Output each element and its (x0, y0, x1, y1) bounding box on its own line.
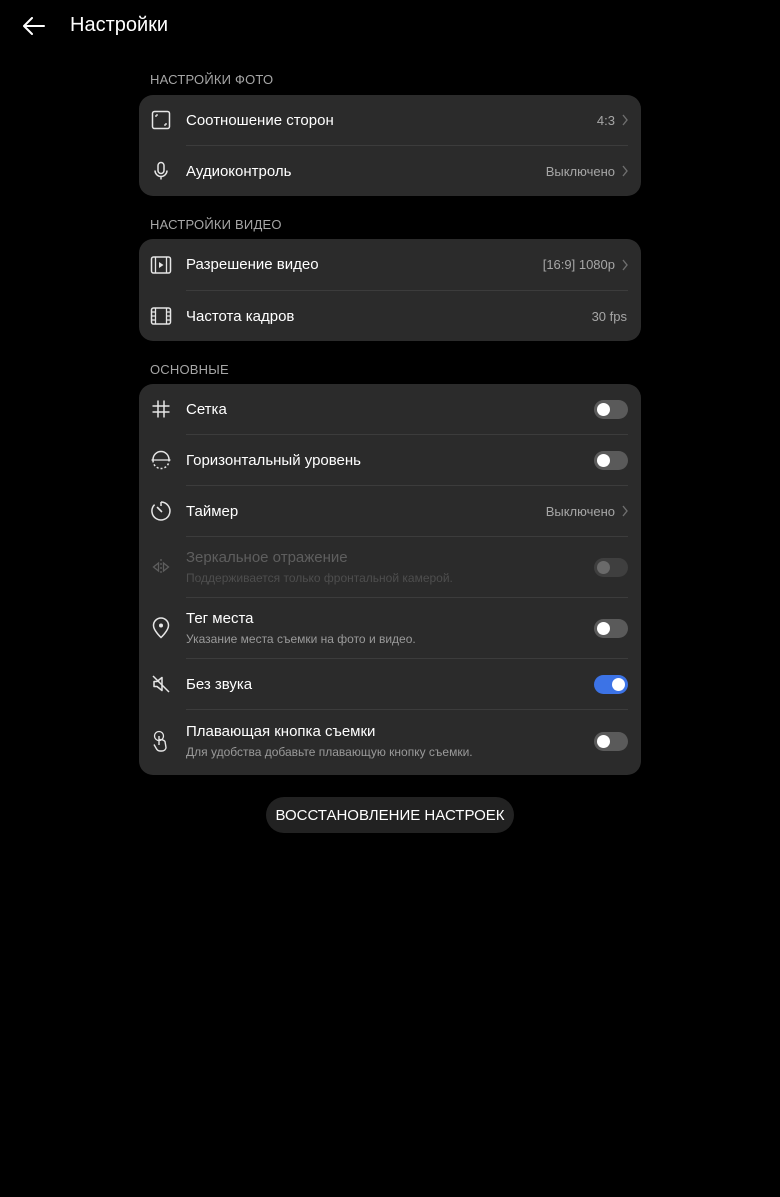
mute-toggle[interactable] (594, 674, 628, 694)
sound-off-icon (150, 673, 172, 695)
setting-timer[interactable]: Таймер Выключено (139, 486, 641, 536)
toggle-knob (597, 402, 610, 416)
location-tag-toggle[interactable] (594, 618, 628, 638)
setting-value: [16:9] 1080p (542, 257, 615, 272)
setting-frame-rate[interactable]: Частота кадров 30 fps (139, 291, 641, 341)
grid-toggle[interactable] (594, 399, 628, 419)
header: Настройки (0, 0, 780, 52)
chevron-right-icon (622, 114, 628, 126)
setting-description: Поддерживается только фронтальной камеро… (186, 571, 453, 585)
setting-label: Аудиоконтроль (186, 162, 292, 180)
chevron-right-icon (622, 165, 628, 177)
film-icon (150, 305, 172, 327)
setting-label: Зеркальное отражение (186, 549, 348, 566)
setting-description: Для удобства добавьте плавающую кнопку с… (186, 745, 473, 759)
touch-hand-icon (150, 730, 172, 752)
setting-aspect-ratio[interactable]: Соотношение сторон 4:3 (139, 95, 641, 145)
section-title-general: ОСНОВНЫЕ (150, 362, 229, 377)
video-resolution-icon (150, 254, 172, 276)
mirror-icon (150, 556, 172, 578)
setting-video-resolution[interactable]: Разрешение видео [16:9] 1080p (139, 239, 641, 290)
timer-icon (150, 500, 172, 522)
location-pin-icon (150, 617, 172, 639)
reset-settings-button[interactable]: ВОССТАНОВЛЕНИЕ НАСТРОЕК (266, 797, 514, 833)
setting-value: Выключено (545, 503, 615, 519)
setting-label: Сетка (186, 400, 227, 418)
setting-label: Частота кадров (186, 307, 295, 325)
toggle-knob (612, 677, 625, 691)
floating-shutter-toggle[interactable] (594, 731, 628, 751)
setting-value: 30 fps (591, 308, 627, 324)
section-title-photo: НАСТРОЙКИ ФОТО (150, 72, 274, 87)
photo-settings-card: Соотношение сторон 4:3 Аудиоконтроль Вык… (139, 95, 641, 196)
grid-hash-icon (150, 398, 172, 420)
toggle-knob (597, 560, 610, 574)
setting-grid[interactable]: Сетка (139, 384, 641, 434)
setting-mirror: Зеркальное отражение Поддерживается толь… (139, 537, 641, 597)
horizon-level-toggle[interactable] (594, 450, 628, 470)
setting-mute[interactable]: Без звука (139, 659, 641, 709)
toggle-knob (597, 453, 610, 467)
arrow-left-icon (23, 17, 45, 35)
page-title: Настройки (70, 14, 169, 36)
chevron-right-icon (622, 505, 628, 517)
setting-label: Соотношение сторон (186, 111, 334, 129)
setting-description: Указание места съемки на фото и видео. (186, 632, 416, 646)
section-title-video: НАСТРОЙКИ ВИДЕО (150, 217, 282, 232)
setting-label: Разрешение видео (186, 256, 319, 273)
video-settings-card: Разрешение видео [16:9] 1080p Частота ка… (139, 239, 641, 341)
aspect-ratio-icon (150, 109, 172, 131)
general-settings-card: Сетка Горизонтальный уровень Таймер Выкл… (139, 384, 641, 775)
setting-label: Горизонтальный уровень (186, 451, 361, 469)
setting-label: Плавающая кнопка съемки (186, 723, 376, 740)
setting-audio-control[interactable]: Аудиоконтроль Выключено (139, 146, 641, 196)
setting-label: Без звука (186, 675, 253, 693)
setting-floating-shutter[interactable]: Плавающая кнопка съемки Для удобства доб… (139, 710, 641, 772)
setting-horizon-level[interactable]: Горизонтальный уровень (139, 435, 641, 485)
setting-location-tag[interactable]: Тег места Указание места съемки на фото … (139, 598, 641, 658)
horizon-level-icon (150, 449, 172, 471)
mirror-toggle (594, 557, 628, 577)
chevron-right-icon (622, 259, 628, 270)
setting-label: Таймер (186, 502, 239, 520)
back-button[interactable] (18, 10, 50, 42)
setting-value: Выключено (545, 163, 615, 179)
toggle-knob (597, 734, 610, 748)
setting-value: 4:3 (596, 112, 615, 128)
setting-label: Тег места (186, 610, 254, 627)
toggle-knob (597, 621, 610, 635)
microphone-icon (150, 160, 172, 182)
